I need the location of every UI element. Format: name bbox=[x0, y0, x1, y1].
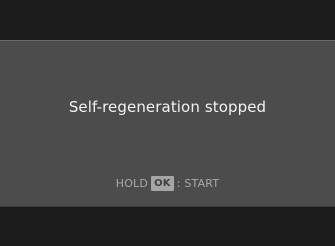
message-panel: Self-regeneration stopped HOLD OK : STAR… bbox=[0, 40, 335, 207]
ok-key-badge[interactable]: OK bbox=[151, 176, 174, 191]
cluster-display: Self-regeneration stopped HOLD OK : STAR… bbox=[0, 0, 335, 246]
hint-suffix: : START bbox=[176, 177, 220, 190]
hold-ok-hint: HOLD OK : START bbox=[0, 176, 335, 191]
bottom-band bbox=[0, 207, 335, 246]
hint-prefix: HOLD bbox=[115, 177, 149, 190]
top-band bbox=[0, 0, 335, 40]
status-message: Self-regeneration stopped bbox=[68, 98, 267, 116]
